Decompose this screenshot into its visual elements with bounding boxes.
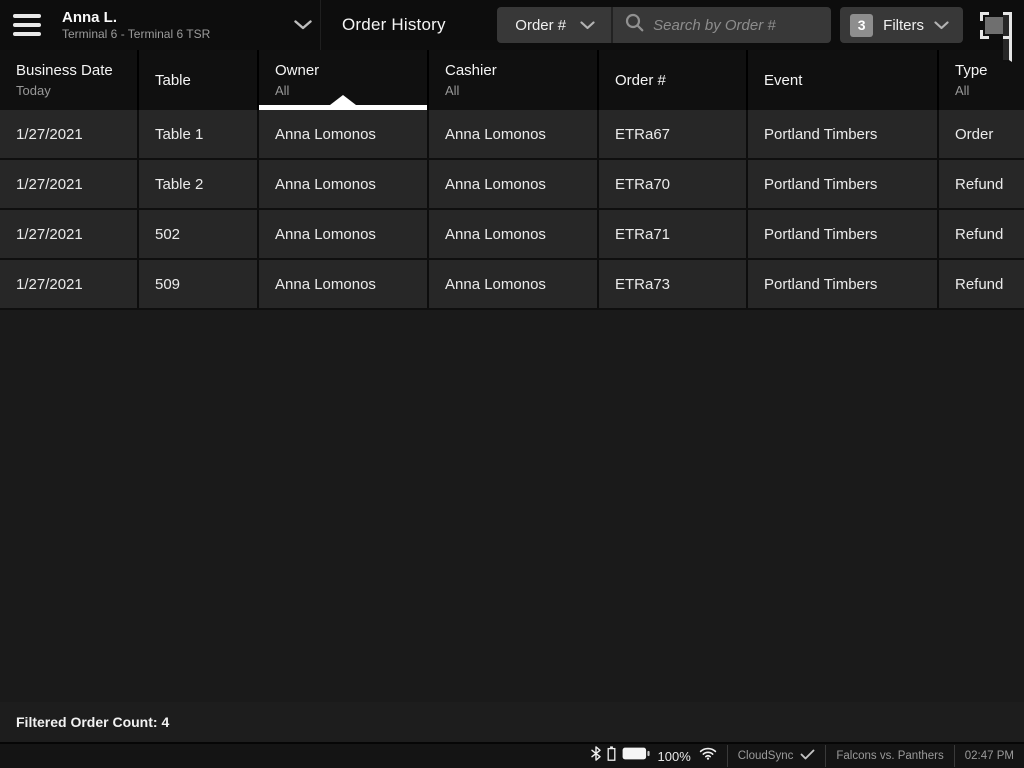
filtered-count-label: Filtered Order Count: 4 [16,714,169,730]
table-row[interactable]: 1/27/2021502Anna LomonosAnna LomonosETRa… [0,210,1024,260]
event-label: Falcons vs. Panthers [836,750,943,762]
table-cell: Anna Lomonos [429,210,599,258]
bluetooth-icon [591,746,601,766]
table-cell: 1/27/2021 [0,210,139,258]
table-cell: Refund [939,160,1024,208]
column-filter-value: All [275,82,427,99]
table-cell: Anna Lomonos [259,160,429,208]
column-label: Owner [275,61,427,80]
table-cell: Anna Lomonos [259,110,429,158]
fullscreen-button[interactable] [980,12,1012,39]
cloudsync-label: CloudSync [738,750,794,762]
table-cell: Anna Lomonos [429,110,599,158]
top-bar: Anna L. Terminal 6 - Terminal 6 TSR Orde… [0,0,1024,50]
current-event: Falcons vs. Panthers [826,744,953,768]
table-row[interactable]: 1/27/2021Table 2Anna LomonosAnna Lomonos… [0,160,1024,210]
hamburger-icon [13,14,41,18]
table-cell: ETRa71 [599,210,748,258]
table-cell: Order [939,110,1024,158]
table-cell: 1/27/2021 [0,260,139,308]
status-icons: 100% [585,744,727,768]
filters-label: Filters [883,17,924,34]
column-label: Business Date [16,61,137,80]
search-icon [625,13,644,37]
battery-icon [622,747,650,765]
column-header-owner[interactable]: Owner All [259,50,429,110]
chevron-down-icon [934,21,949,30]
user-name: Anna L. [62,9,294,27]
table-body: 1/27/2021Table 1Anna LomonosAnna Lomonos… [0,110,1024,310]
column-filter-value: All [955,82,1024,99]
terminal-label: Terminal 6 - Terminal 6 TSR [62,27,294,42]
table-row[interactable]: 1/27/2021509Anna LomonosAnna LomonosETRa… [0,260,1024,310]
search-group: Order # [497,7,831,43]
column-label: Table [155,71,257,90]
table-cell: ETRa70 [599,160,748,208]
column-header-cashier[interactable]: Cashier All [429,50,599,110]
clock: 02:47 PM [955,744,1024,768]
time-label: 02:47 PM [965,750,1014,762]
search-input[interactable] [653,17,831,34]
table-cell: Refund [939,210,1024,258]
table-cell: Anna Lomonos [259,210,429,258]
search-type-dropdown[interactable]: Order # [497,7,611,43]
chevron-down-icon [294,20,312,30]
column-label: Type [955,61,1024,80]
table-cell: 1/27/2021 [0,110,139,158]
table-cell: Portland Timbers [748,110,939,158]
column-header-type[interactable]: Type All [939,50,1024,110]
column-header-business-date[interactable]: Business Date Today [0,50,139,110]
pos-app: Anna L. Terminal 6 - Terminal 6 TSR Orde… [0,0,1024,768]
filters-button[interactable]: 3 Filters [840,7,963,43]
wifi-icon [699,747,717,765]
table-cell: Anna Lomonos [429,160,599,208]
table-cell: 502 [139,210,259,258]
table-cell: Anna Lomonos [259,260,429,308]
menu-button[interactable] [13,14,43,36]
table-row[interactable]: 1/27/2021Table 1Anna LomonosAnna Lomonos… [0,110,1024,160]
table-cell: ETRa67 [599,110,748,158]
status-bar: 100% CloudSync Falcons vs. Panthers 02:4… [0,744,1024,768]
filters-count-badge: 3 [850,14,873,37]
table-cell: Portland Timbers [748,210,939,258]
table-cell: Table 1 [139,110,259,158]
table-cell: 1/27/2021 [0,160,139,208]
column-filter-value: Today [16,82,137,99]
device-battery-icon [607,746,616,766]
cloudsync-status: CloudSync [728,744,826,768]
column-label: Event [764,71,937,90]
table-cell: Refund [939,260,1024,308]
table-cell: ETRa73 [599,260,748,308]
column-header-order[interactable]: Order # [599,50,748,110]
table-cell: Table 2 [139,160,259,208]
table-cell: Portland Timbers [748,260,939,308]
page-title: Order History [342,15,446,35]
battery-percent: 100% [658,749,691,764]
search-type-label: Order # [515,17,566,34]
column-label: Cashier [445,61,597,80]
table-cell: Portland Timbers [748,160,939,208]
chevron-down-icon [580,21,595,30]
table-header: Business Date Today Table Owner All Cashier Al… [0,50,1024,110]
fullscreen-icon [980,12,1012,39]
column-header-table[interactable]: Table [139,50,259,110]
topbar-divider [320,0,321,50]
table-cell: Anna Lomonos [429,260,599,308]
column-header-event[interactable]: Event [748,50,939,110]
table-cell: 509 [139,260,259,308]
search-field [611,7,831,43]
filtered-count-bar: Filtered Order Count: 4 [0,702,1024,744]
column-label: Order # [615,71,746,90]
column-filter-value: All [445,82,597,99]
table-empty-area [0,310,1024,702]
check-icon [800,747,815,765]
user-terminal-selector[interactable]: Anna L. Terminal 6 - Terminal 6 TSR [62,9,312,42]
